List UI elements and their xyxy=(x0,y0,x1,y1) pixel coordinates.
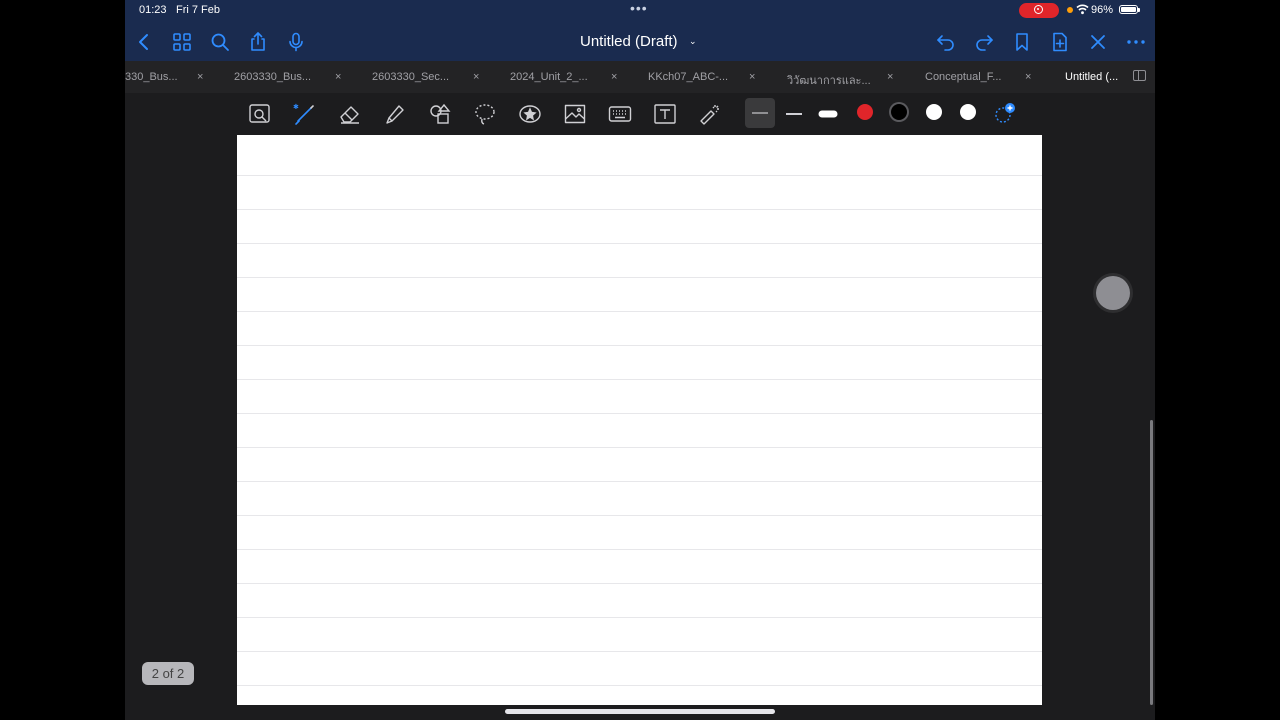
tab-label: KKch07_ABC-... xyxy=(648,71,729,83)
document-tab[interactable]: KKch07_ABC-... × xyxy=(648,61,786,93)
document-tab-active[interactable]: Untitled (... xyxy=(1065,61,1135,93)
more-icon[interactable] xyxy=(1125,31,1147,53)
split-view-icon[interactable] xyxy=(1133,70,1146,81)
notebook-page[interactable] xyxy=(237,135,1042,705)
record-icon xyxy=(1034,5,1043,14)
sticker-icon[interactable] xyxy=(516,100,544,128)
document-tab[interactable]: 2024_Unit_2_... × xyxy=(510,61,648,93)
highlighter-icon[interactable] xyxy=(381,100,409,128)
document-title[interactable]: Untitled (Draft) xyxy=(580,33,678,50)
home-indicator[interactable] xyxy=(505,709,775,714)
keyboard-icon[interactable] xyxy=(606,100,634,128)
share-icon[interactable] xyxy=(247,31,269,53)
document-tab[interactable]: วิวัฒนาการและ... × xyxy=(787,61,925,93)
tab-label: Untitled (... xyxy=(1065,71,1119,83)
redo-icon[interactable] xyxy=(973,31,995,53)
tab-close-icon[interactable]: × xyxy=(887,71,893,83)
status-date: Fri 7 Feb xyxy=(176,4,221,16)
tab-label: 330_Bus... xyxy=(125,71,178,83)
tab-label: 2603330_Bus... xyxy=(234,71,312,83)
thick-stroke-button[interactable] xyxy=(814,100,842,128)
shapes-icon[interactable] xyxy=(426,100,454,128)
search-icon[interactable] xyxy=(209,31,231,53)
add-page-icon[interactable] xyxy=(1049,31,1071,53)
multitasking-dots[interactable]: ••• xyxy=(630,0,648,16)
document-tab[interactable]: Conceptual_F... × xyxy=(925,61,1063,93)
mic-in-use-indicator xyxy=(1067,7,1073,13)
tab-close-icon[interactable]: × xyxy=(1025,71,1031,83)
text-icon[interactable] xyxy=(651,100,679,128)
color-swatch-white[interactable] xyxy=(960,104,976,120)
document-tab-bar: 330_Bus... × 2603330_Bus... × 2603330_Se… xyxy=(125,61,1155,93)
color-swatch-black[interactable] xyxy=(891,104,907,120)
page-indicator[interactable]: 2 of 2 xyxy=(142,662,194,685)
tab-close-icon[interactable]: × xyxy=(335,71,341,83)
tab-label: วิวัฒนาการและ... xyxy=(787,75,871,87)
drawing-toolbar: ✱ xyxy=(125,93,1155,133)
lasso-icon[interactable] xyxy=(471,100,499,128)
tab-close-icon[interactable]: × xyxy=(197,71,203,83)
status-time: 01:23 xyxy=(139,4,167,16)
color-swatch-red[interactable] xyxy=(857,104,873,120)
tab-close-icon[interactable]: × xyxy=(749,71,755,83)
document-tab[interactable]: 2603330_Bus... × xyxy=(234,61,372,93)
eraser-icon[interactable] xyxy=(336,100,364,128)
medium-stroke-button[interactable] xyxy=(780,100,808,128)
battery-icon xyxy=(1119,5,1140,14)
wifi-icon xyxy=(1076,4,1089,15)
tab-close-icon[interactable]: × xyxy=(611,71,617,83)
grid-icon[interactable] xyxy=(171,31,193,53)
stroke-thick-icon xyxy=(818,110,838,118)
zoom-window-icon[interactable] xyxy=(246,100,274,128)
undo-icon[interactable] xyxy=(935,31,957,53)
floating-action-button[interactable] xyxy=(1096,276,1130,310)
stroke-medium-icon xyxy=(786,113,802,115)
title-chevron-down-icon[interactable]: ⌄ xyxy=(689,36,697,47)
svg-text:✱: ✱ xyxy=(293,103,299,111)
tab-label: Conceptual_F... xyxy=(925,71,1002,83)
color-swatch-white[interactable] xyxy=(926,104,942,120)
image-icon[interactable] xyxy=(561,100,589,128)
laser-pointer-icon[interactable] xyxy=(696,100,724,128)
stroke-thin-icon xyxy=(752,112,768,114)
screen-recording-indicator[interactable] xyxy=(1019,3,1059,18)
navigation-bar: 01:23 Fri 7 Feb ••• 96% Untitled (Draft)… xyxy=(125,0,1155,61)
microphone-icon[interactable] xyxy=(285,31,307,53)
add-color-icon[interactable] xyxy=(989,100,1017,128)
pen-icon[interactable]: ✱ xyxy=(291,100,319,128)
battery-percentage: 96% xyxy=(1091,4,1114,16)
tab-label: 2024_Unit_2_... xyxy=(510,71,588,83)
thin-stroke-button[interactable] xyxy=(745,98,775,128)
notes-app-window: 01:23 Fri 7 Feb ••• 96% Untitled (Draft)… xyxy=(125,0,1155,720)
bookmark-icon[interactable] xyxy=(1011,31,1033,53)
close-icon[interactable] xyxy=(1087,31,1109,53)
back-icon[interactable] xyxy=(133,31,155,53)
document-tab[interactable]: 2603330_Sec... × xyxy=(372,61,510,93)
tab-close-icon[interactable]: × xyxy=(473,71,479,83)
tab-label: 2603330_Sec... xyxy=(372,71,450,83)
vertical-scrollbar[interactable] xyxy=(1150,420,1153,705)
